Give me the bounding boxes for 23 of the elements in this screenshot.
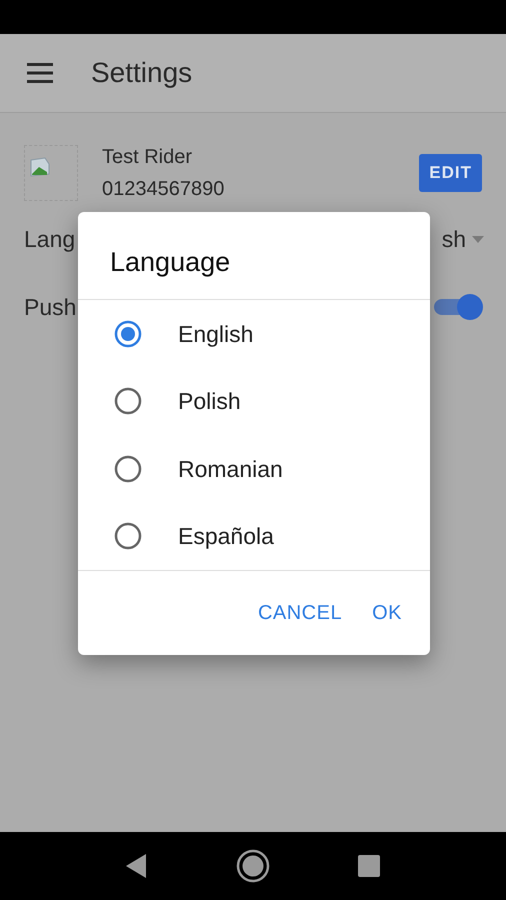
dialog-title: Language: [78, 212, 430, 300]
home-icon[interactable]: [236, 849, 270, 883]
cancel-button[interactable]: CANCEL: [250, 592, 350, 634]
user-name: Test Rider: [102, 145, 194, 170]
option-label[interactable]: Española: [178, 519, 274, 554]
radio-button[interactable]: [114, 522, 142, 550]
phone-number: 01234567890: [102, 177, 226, 202]
ok-button[interactable]: OK: [364, 592, 410, 634]
page-title: Settings: [91, 56, 192, 90]
radio-button[interactable]: [114, 387, 142, 416]
option-label[interactable]: Romanian: [178, 452, 283, 486]
toggle-switch[interactable]: [432, 293, 484, 321]
radio-button[interactable]: [114, 454, 142, 483]
setting-label: Lang: [24, 224, 76, 254]
back-icon[interactable]: [126, 854, 148, 878]
radio-button[interactable]: [114, 320, 142, 348]
edit-button[interactable]: EDIT: [419, 154, 482, 192]
option-label[interactable]: Polish: [178, 384, 241, 418]
dropdown-value[interactable]: sh: [442, 222, 466, 256]
option-label[interactable]: English: [178, 316, 254, 351]
menu-icon[interactable]: [27, 63, 53, 83]
setting-label: Push: [24, 292, 76, 322]
broken-image-icon: [24, 145, 78, 201]
